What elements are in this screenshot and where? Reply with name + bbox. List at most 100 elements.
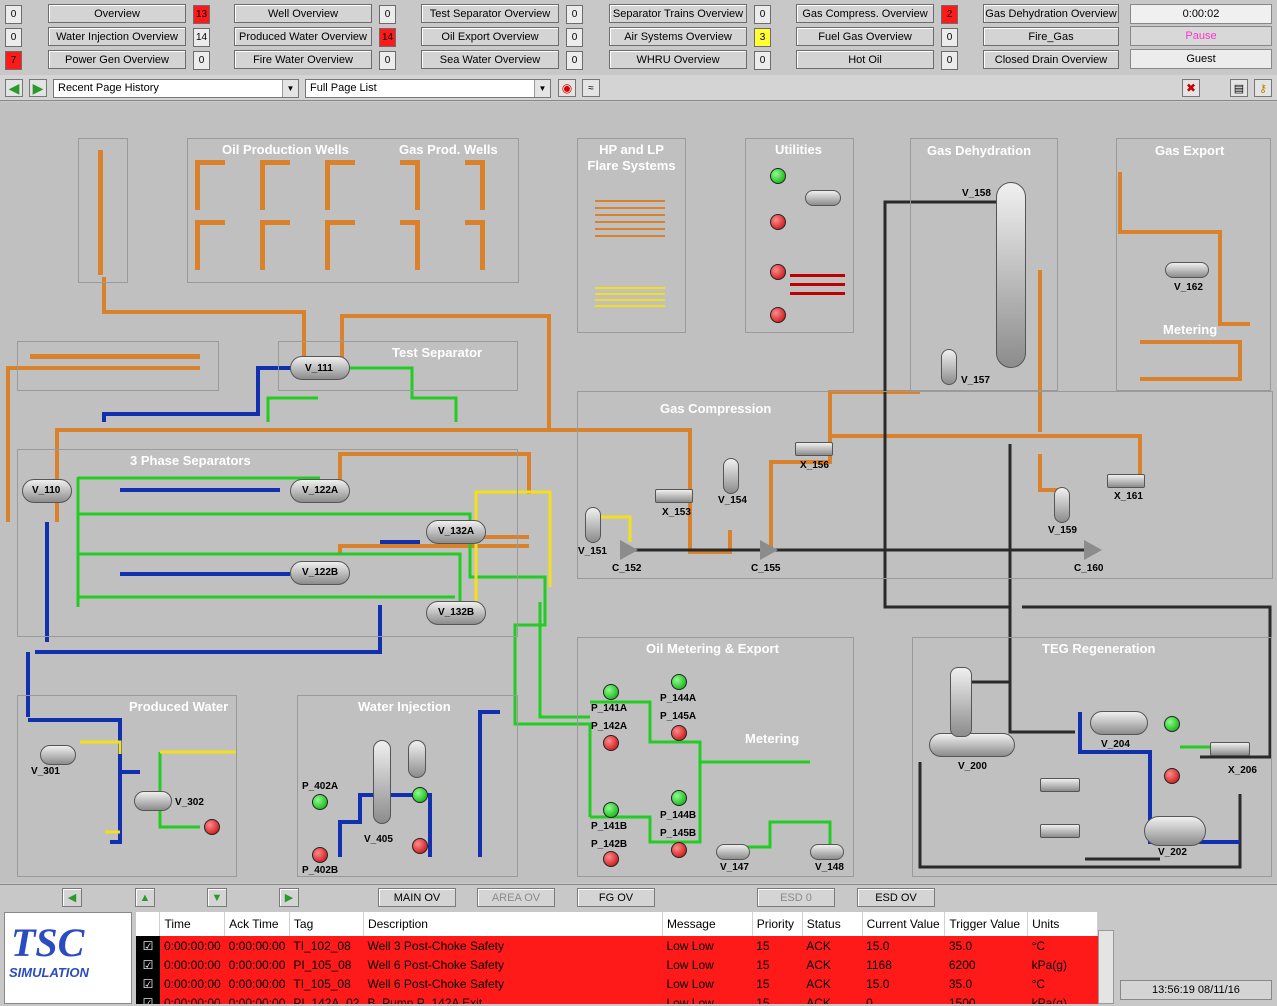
teg-pump-b-icon[interactable]	[1164, 768, 1180, 784]
nav-fuel-gas-overview-button[interactable]: Fuel Gas Overview	[796, 27, 934, 46]
pause-button[interactable]: Pause	[1130, 26, 1272, 46]
vessel-v151[interactable]	[585, 507, 601, 543]
compressor-c160-icon[interactable]	[1084, 540, 1102, 560]
teg-pump-a-icon[interactable]	[1164, 716, 1180, 732]
recent-page-history-select[interactable]: Recent Page History ▼	[53, 79, 299, 98]
page-left-arrow-icon[interactable]: ◀	[62, 888, 82, 907]
forward-arrow-icon[interactable]: ▶	[29, 79, 47, 97]
water-injection-booster-a-icon[interactable]	[412, 787, 428, 803]
back-arrow-icon[interactable]: ◀	[5, 79, 23, 97]
vessel-v405[interactable]	[373, 740, 391, 824]
vessel-v147[interactable]	[716, 844, 750, 860]
page-right-arrow-icon[interactable]: ▶	[279, 888, 299, 907]
compressor-c152-icon[interactable]	[620, 540, 638, 560]
alarm-column-header[interactable]: Units	[1027, 912, 1098, 936]
key-icon[interactable]: ⚷	[1254, 79, 1272, 97]
alarm-ack-checkbox[interactable]: ☑	[136, 974, 160, 993]
exchanger-x156[interactable]	[795, 442, 833, 456]
water-injection-deaerator[interactable]	[408, 740, 426, 778]
water-injection-booster-b-icon[interactable]	[412, 838, 428, 854]
page-down-arrow-icon[interactable]: ▼	[207, 888, 227, 907]
vessel-v302[interactable]	[134, 791, 172, 811]
alarm-horn-icon[interactable]: ◉	[558, 79, 576, 97]
document-icon[interactable]: ▤	[1230, 79, 1248, 97]
pump-p145a-icon[interactable]	[671, 725, 687, 741]
alarm-column-header[interactable]: Tag	[289, 912, 364, 936]
vessel-v301[interactable]	[40, 745, 76, 765]
alarm-ack-checkbox[interactable]: ☑	[136, 936, 160, 955]
teg-exchanger-a[interactable]	[1040, 778, 1080, 792]
pump-p141b-icon[interactable]	[603, 802, 619, 818]
vessel-v159[interactable]	[1054, 487, 1070, 523]
alarm-ack-checkbox[interactable]: ☑	[136, 993, 160, 1004]
nav-test-separator-overview-button[interactable]: Test Separator Overview	[421, 4, 559, 23]
pump-p142b-icon[interactable]	[603, 851, 619, 867]
pump-p142a-icon[interactable]	[603, 735, 619, 751]
alarm-column-header[interactable]: Ack Time	[224, 912, 290, 936]
fg-ov-button[interactable]: FG OV	[577, 888, 655, 907]
nav-gas-compress-overview-button[interactable]: Gas Compress. Overview	[796, 4, 934, 23]
utility-air-receiver[interactable]	[805, 190, 841, 206]
vessel-v162[interactable]	[1165, 262, 1209, 278]
alarm-ack-checkbox[interactable]: ☑	[136, 955, 160, 974]
utility-air-pump-icon[interactable]	[770, 168, 786, 184]
alarm-column-header[interactable]: Trigger Value	[944, 912, 1029, 936]
vessel-v157[interactable]	[941, 349, 957, 385]
esd-ov-button[interactable]: ESD OV	[857, 888, 935, 907]
alarm-column-header[interactable]: Status	[802, 912, 863, 936]
alarm-list[interactable]: Time Ack Time Tag Description Message Priorit…	[136, 912, 1098, 1004]
trend-icon[interactable]: ≈	[582, 79, 600, 97]
alarm-row[interactable]: ☑ 0:00:00:00 0:00:00:00 PI_105_08 Well 6 Pos…	[136, 955, 1098, 974]
utility-air-pump-b-icon[interactable]	[770, 214, 786, 230]
nav-fire-water-overview-button[interactable]: Fire Water Overview	[234, 50, 372, 69]
full-page-list-select[interactable]: Full Page List ▼	[305, 79, 551, 98]
alarm-scrollbar[interactable]	[1098, 930, 1114, 1004]
nav-well-overview-button[interactable]: Well Overview	[234, 4, 372, 23]
nav-gas-dehydration-overview-button[interactable]: Gas Dehydration Overview	[983, 4, 1119, 23]
alarm-column-header[interactable]: Priority	[752, 912, 803, 936]
pump-p145b-icon[interactable]	[671, 842, 687, 858]
nav-produced-water-overview-button[interactable]: Produced Water Overview	[234, 27, 372, 46]
pump-p144a-icon[interactable]	[671, 674, 687, 690]
nav-hot-oil-button[interactable]: Hot Oil	[796, 50, 934, 69]
nav-oil-export-overview-button[interactable]: Oil Export Overview	[421, 27, 559, 46]
nav-closed-drain-overview-button[interactable]: Closed Drain Overview	[983, 50, 1119, 69]
nav-power-gen-overview-button[interactable]: Power Gen Overview	[48, 50, 186, 69]
nav-sea-water-overview-button[interactable]: Sea Water Overview	[421, 50, 559, 69]
nav-whru-overview-button[interactable]: WHRU Overview	[609, 50, 747, 69]
esd0-button[interactable]: ESD 0	[757, 888, 835, 907]
page-up-arrow-icon[interactable]: ▲	[135, 888, 155, 907]
utility-water-pump-a-icon[interactable]	[770, 264, 786, 280]
vessel-v204[interactable]	[1090, 711, 1148, 735]
pump-p402a-icon[interactable]	[312, 794, 328, 810]
pump-p141a-icon[interactable]	[603, 684, 619, 700]
teg-exchanger-b[interactable]	[1040, 824, 1080, 838]
vessel-v202[interactable]	[1144, 816, 1206, 846]
vessel-v200[interactable]	[929, 733, 1015, 757]
vessel-v148[interactable]	[810, 844, 844, 860]
teg-still-column[interactable]	[950, 667, 972, 737]
pump-p144b-icon[interactable]	[671, 790, 687, 806]
main-ov-button[interactable]: MAIN OV	[378, 888, 456, 907]
vessel-v158[interactable]	[996, 182, 1026, 368]
alarm-row[interactable]: ☑ 0:00:00:00 0:00:00:00 TI_105_08 Well 6 Pos…	[136, 974, 1098, 993]
nav-fire-gas-button[interactable]: Fire_Gas	[983, 27, 1119, 46]
alarm-column-header[interactable]: Time	[159, 912, 226, 936]
area-ov-button[interactable]: AREA OV	[477, 888, 555, 907]
exchanger-x161[interactable]	[1107, 474, 1145, 488]
exchanger-x206[interactable]	[1210, 742, 1250, 756]
silence-alarm-icon[interactable]: ✖	[1182, 79, 1200, 97]
alarm-column-header[interactable]: Current Value	[862, 912, 946, 936]
alarm-row[interactable]: ☑ 0:00:00:00 0:00:00:00 TI_102_08 Well 3 Pos…	[136, 936, 1098, 955]
nav-separator-trains-overview-button[interactable]: Separator Trains Overview	[609, 4, 747, 23]
alarm-column-header[interactable]: Message	[662, 912, 753, 936]
utility-water-pump-b-icon[interactable]	[770, 307, 786, 323]
produced-water-pump-icon[interactable]	[204, 819, 220, 835]
alarm-column-header[interactable]: Description	[363, 912, 663, 936]
exchanger-x153[interactable]	[655, 489, 693, 503]
vessel-v154[interactable]	[723, 458, 739, 494]
alarm-row[interactable]: ☑ 0:00:00:00 0:00:00:00 PI_142A_02 B. Pump P…	[136, 993, 1098, 1004]
nav-water-injection-overview-button[interactable]: Water Injection Overview	[48, 27, 186, 46]
compressor-c155-icon[interactable]	[760, 540, 778, 560]
nav-air-systems-overview-button[interactable]: Air Systems Overview	[609, 27, 747, 46]
